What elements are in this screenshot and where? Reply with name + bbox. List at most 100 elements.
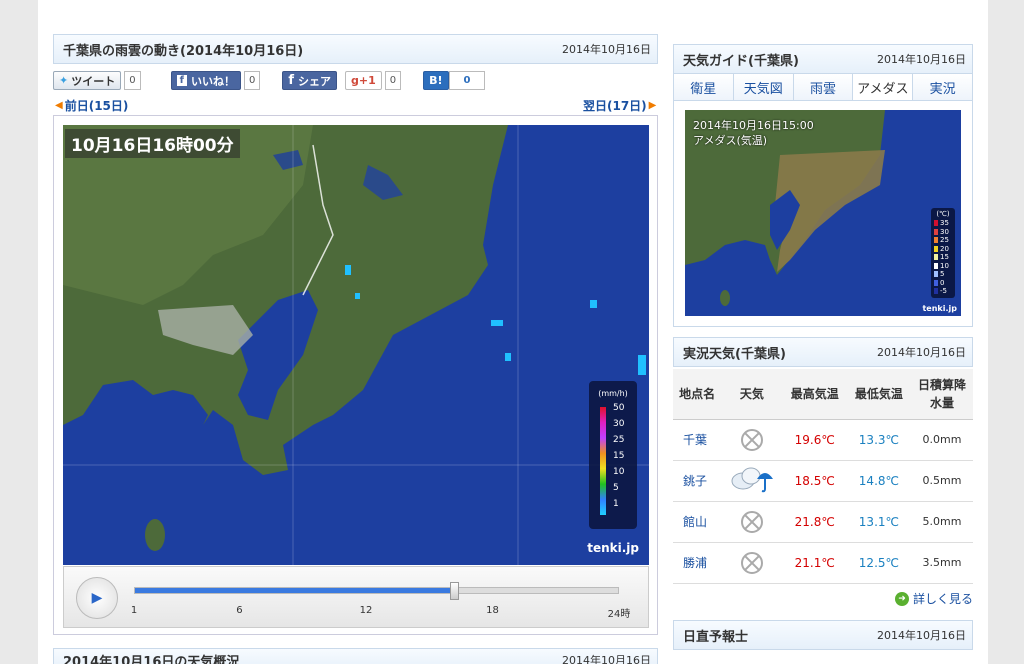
legend-swatch (934, 279, 938, 286)
tab-weather-chart[interactable]: 天気図 (732, 74, 793, 100)
station-name-link[interactable]: 館山 (673, 501, 722, 543)
observation-header: 実況天気(千葉県) 2014年10月16日 (673, 337, 973, 367)
timeline-progress-fill (135, 588, 454, 593)
prev-day-link[interactable]: ◀ 前日(15日) (53, 97, 128, 114)
low-temp: 14.8℃ (846, 460, 911, 502)
amedas-map[interactable]: 2014年10月16日15:00 アメダス(気温) (℃) 35 30 25 20 15… (685, 110, 961, 316)
legend-level: 15 (613, 451, 625, 461)
low-temp: 13.1℃ (846, 501, 911, 543)
legend-value: 10 (940, 261, 949, 270)
more-details-label: 詳しく見る (913, 592, 974, 606)
tab-current[interactable]: 実況 (912, 74, 972, 100)
next-day-link[interactable]: 翌日(17日) ▶ (583, 97, 658, 114)
col-high-temp: 最高気温 (782, 369, 847, 420)
clear-icon (740, 428, 763, 451)
legend-value: 30 (940, 227, 949, 236)
amedas-legend-level: -5 (934, 287, 947, 295)
legend-value: 0 (940, 278, 945, 287)
high-temp: 21.1℃ (782, 542, 847, 584)
col-low-temp: 最低気温 (846, 369, 911, 420)
amedas-legend-level: 0 (934, 279, 944, 287)
weather-summary-date: 2014年10月16日 (562, 654, 651, 664)
facebook-share-button[interactable]: f シェア (282, 71, 337, 90)
tab-rain-cloud[interactable]: 雨雲 (792, 74, 853, 100)
legend-level: 30 (613, 419, 625, 429)
amedas-legend-level: 10 (934, 262, 949, 270)
rain-legend: (mm/h) 50 30 25 15 10 5 1 (589, 381, 637, 529)
station-name-link[interactable]: 銚子 (673, 460, 722, 502)
legend-level: 25 (613, 435, 625, 445)
station-name-link[interactable]: 勝浦 (673, 542, 722, 584)
timeline-tick: 24時 (607, 609, 631, 620)
prev-day-label: 前日(15日) (64, 99, 129, 113)
weather-guide-title: 天気ガイド(千葉県) (683, 53, 799, 69)
forecaster-date: 2014年10月16日 (877, 629, 966, 642)
timeline-player: ▶ 1 6 12 18 24時 (63, 566, 649, 628)
legend-swatch (934, 237, 938, 243)
legend-swatch (934, 220, 938, 226)
col-weather: 天気 (721, 369, 783, 420)
observation-date: 2014年10月16日 (877, 346, 966, 359)
rain-radar-map: 10月16日16時00分 (mm/h) 50 30 25 15 10 5 1 tenki.j… (63, 125, 649, 565)
legend-color-bar (600, 407, 606, 515)
google-plus-button[interactable]: g+1 (344, 71, 382, 90)
observation-table: 地点名 天気 最高気温 最低気温 日積算降水量 千葉 19.6℃ 13.3℃ 0.0mm 銚子 1… (673, 369, 973, 584)
legend-value: -5 (940, 287, 947, 295)
clear-icon (740, 510, 763, 533)
amedas-legend-unit: (℃) (936, 210, 950, 218)
tweet-button[interactable]: ✦ ツイート (53, 71, 122, 90)
hatena-bookmark-button[interactable]: B! (423, 71, 449, 90)
legend-swatch (934, 245, 938, 252)
tab-satellite[interactable]: 衛星 (674, 74, 733, 100)
rain-map-date: 2014年10月16日 (562, 43, 651, 56)
precipitation: 0.0mm (911, 419, 973, 461)
forecaster-title: 日直予報士 (683, 629, 749, 645)
timeline-slider-handle[interactable] (449, 582, 459, 600)
tenki-logo: tenki.jp (587, 541, 639, 555)
tab-amedas[interactable]: アメダス (852, 74, 913, 100)
amedas-legend-level: 30 (934, 228, 949, 236)
facebook-like-button[interactable]: f いいね！ (170, 71, 241, 90)
weather-cell (721, 460, 783, 502)
legend-value: 35 (940, 219, 949, 227)
observation-table-header: 地点名 天気 最高気温 最低気温 日積算降水量 (673, 369, 973, 420)
legend-swatch (934, 271, 938, 277)
hatena-count: 0 (448, 71, 486, 90)
like-count: 0 (243, 71, 261, 90)
map-graphic (63, 125, 649, 565)
legend-swatch (934, 228, 938, 235)
rain-map-title: 千葉県の雨雲の動き(2014年10月16日) (63, 43, 304, 59)
station-name-link[interactable]: 千葉 (673, 419, 722, 461)
legend-level: 50 (613, 403, 625, 413)
table-row: 千葉 19.6℃ 13.3℃ 0.0mm (673, 419, 973, 461)
weather-summary-title: 2014年10月16日の天気概況 (63, 654, 240, 664)
timeline-tick: 12 (359, 605, 373, 616)
google-plus-count: 0 (384, 71, 402, 90)
weather-guide-tabs: 衛星 天気図 雨雲 アメダス 実況 (673, 74, 973, 101)
weather-summary-header: 2014年10月16日の天気概況 2014年10月16日 (53, 648, 658, 664)
facebook-icon: f (288, 73, 294, 88)
col-precip: 日積算降水量 (911, 369, 973, 420)
tweet-label: ツイート (71, 74, 116, 88)
timeline-tick: 18 (486, 605, 499, 616)
amedas-time: 2014年10月16日15:00 (693, 119, 814, 132)
legend-swatch (934, 262, 938, 269)
legend-swatch (934, 288, 938, 294)
timeline-track[interactable] (134, 582, 619, 600)
legend-level: 10 (613, 467, 625, 477)
high-temp: 21.8℃ (782, 501, 847, 543)
weather-cell (721, 501, 783, 543)
observation-title: 実況天気(千葉県) (683, 346, 786, 362)
play-button[interactable]: ▶ (76, 577, 118, 619)
facebook-icon: f (176, 75, 187, 86)
table-row: 勝浦 21.1℃ 12.5℃ 3.5mm (673, 542, 973, 584)
legend-value: 15 (940, 253, 949, 261)
arrow-right-icon: ▶ (648, 100, 657, 111)
more-details-link[interactable]: ➜ 詳しく見る (895, 590, 973, 607)
social-bar: ✦ ツイート 0 f いいね！ 0 f シェア g+1 0 B! 0 (53, 70, 486, 91)
forecaster-header: 日直予報士 2014年10月16日 (673, 620, 973, 650)
amedas-legend-level: 15 (934, 253, 949, 261)
legend-unit: (mm/h) (598, 389, 628, 398)
legend-level: 1 (613, 499, 619, 509)
cloud-rain-icon (729, 467, 775, 496)
